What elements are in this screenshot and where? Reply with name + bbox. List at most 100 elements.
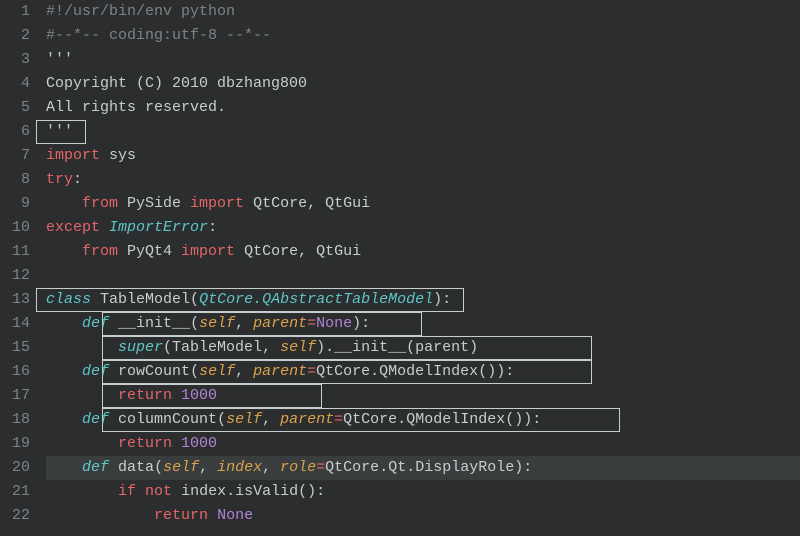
token: ( (190, 315, 199, 332)
token (46, 483, 118, 500)
token: = (307, 315, 316, 332)
token: QtCore (244, 195, 307, 212)
token: self (199, 363, 235, 380)
token: , (262, 411, 280, 428)
code-line[interactable]: class TableModel(QtCore.QAbstractTableMo… (46, 288, 800, 312)
token: , (298, 243, 307, 260)
token (46, 387, 118, 404)
code-line[interactable]: All rights reserved. (46, 96, 800, 120)
code-line[interactable]: import sys (46, 144, 800, 168)
token: if (118, 483, 136, 500)
code-line[interactable]: #!/usr/bin/env python (46, 0, 800, 24)
token: QtCore (316, 363, 370, 380)
code-line[interactable]: return None (46, 504, 800, 528)
code-line[interactable]: #--*-- coding:utf-8 --*-- (46, 24, 800, 48)
token: try (46, 171, 73, 188)
line-number: 22 (0, 504, 30, 528)
token (46, 243, 82, 260)
line-number: 12 (0, 264, 30, 288)
token: . (406, 459, 415, 476)
code-line[interactable]: ''' (46, 120, 800, 144)
token: QtGui (307, 243, 361, 260)
token: . (370, 363, 379, 380)
token (136, 483, 145, 500)
token: , (199, 459, 217, 476)
code-editor[interactable]: 12345678910111213141516171819202122 #!/u… (0, 0, 800, 536)
code-line[interactable]: return 1000 (46, 432, 800, 456)
token: not (145, 483, 172, 500)
token: ( (406, 339, 415, 356)
code-line[interactable]: def columnCount(self, parent=QtCore.QMod… (46, 408, 800, 432)
line-number: 8 (0, 168, 30, 192)
token: , (235, 315, 253, 332)
token: ): (514, 459, 532, 476)
line-number: 19 (0, 432, 30, 456)
line-number-gutter: 12345678910111213141516171819202122 (0, 0, 36, 536)
token: #!/usr/bin/env python (46, 3, 235, 20)
code-line[interactable]: if not index.isValid(): (46, 480, 800, 504)
token: columnCount (118, 411, 217, 428)
token: Qt (388, 459, 406, 476)
token: import (181, 243, 235, 260)
token: __init__ (118, 315, 190, 332)
token: ()): (478, 363, 514, 380)
token: self (280, 339, 316, 356)
line-number: 1 (0, 0, 30, 24)
token: sys (100, 147, 136, 164)
token (46, 411, 82, 428)
token (208, 507, 217, 524)
code-line[interactable]: super(TableModel, self).__init__(parent) (46, 336, 800, 360)
token: None (316, 315, 352, 332)
code-line[interactable]: from PyQt4 import QtCore, QtGui (46, 240, 800, 264)
line-number: 13 (0, 288, 30, 312)
token: from (82, 195, 118, 212)
token: index (217, 459, 262, 476)
line-number: 20 (0, 456, 30, 480)
token: #--*-- coding:utf-8 --*-- (46, 27, 271, 44)
line-number: 4 (0, 72, 30, 96)
code-line[interactable]: from PySide import QtCore, QtGui (46, 192, 800, 216)
token: Copyright (C) 2010 dbzhang800 (46, 75, 307, 92)
token: QtCore (343, 411, 397, 428)
token: , (235, 363, 253, 380)
token: ( (190, 363, 199, 380)
line-number: 11 (0, 240, 30, 264)
line-number: 17 (0, 384, 30, 408)
token: import (190, 195, 244, 212)
code-line[interactable]: except ImportError: (46, 216, 800, 240)
token: QtCore (235, 243, 298, 260)
token: (): (298, 483, 325, 500)
line-number: 14 (0, 312, 30, 336)
token (91, 291, 100, 308)
token: TableModel (172, 339, 262, 356)
token: ) (469, 339, 478, 356)
token: , (262, 459, 280, 476)
token: : (208, 219, 217, 236)
token: def (82, 363, 109, 380)
code-line[interactable]: def data(self, index, role=QtCore.Qt.Dis… (46, 456, 800, 480)
code-line[interactable]: Copyright (C) 2010 dbzhang800 (46, 72, 800, 96)
code-area[interactable]: #!/usr/bin/env python #--*-- coding:utf-8… (36, 0, 800, 536)
code-line[interactable]: ''' (46, 48, 800, 72)
code-line[interactable]: def rowCount(self, parent=QtCore.QModelI… (46, 360, 800, 384)
code-line[interactable]: return 1000 (46, 384, 800, 408)
token (46, 339, 118, 356)
token: ImportError (109, 219, 208, 236)
code-line[interactable]: try: (46, 168, 800, 192)
token: ''' (46, 123, 73, 140)
token: PyQt4 (118, 243, 181, 260)
token (100, 219, 109, 236)
code-line[interactable] (46, 264, 800, 288)
line-number: 15 (0, 336, 30, 360)
token: data (118, 459, 154, 476)
token (109, 363, 118, 380)
token: ). (316, 339, 334, 356)
token: self (226, 411, 262, 428)
line-number: 18 (0, 408, 30, 432)
token: return (118, 435, 172, 452)
token: __init__ (334, 339, 406, 356)
line-number: 16 (0, 360, 30, 384)
token (109, 411, 118, 428)
code-line[interactable]: def __init__(self, parent=None): (46, 312, 800, 336)
token: parent (253, 363, 307, 380)
